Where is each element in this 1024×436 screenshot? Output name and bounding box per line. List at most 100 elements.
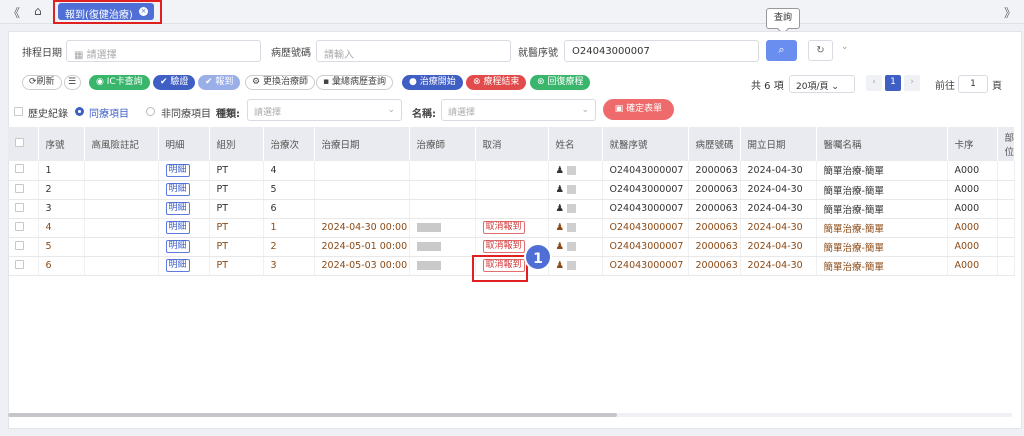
prev-page-button[interactable]: ‹: [866, 75, 882, 91]
chevron-down-icon[interactable]: ⌄: [841, 42, 849, 52]
table-row[interactable]: 3 明細 PT 6 ♟ O24043000007 2000063 2024-04-30 簡單治…: [8, 199, 1016, 219]
restore-therapy-button[interactable]: ⊛ 回復療程: [530, 75, 591, 90]
diff-item-radio[interactable]: [146, 107, 155, 116]
col-header[interactable]: 高風險註記: [84, 127, 159, 161]
visit-no-cell: O24043000007: [602, 180, 689, 200]
table-row[interactable]: 2 明細 PT 5 ♟ O24043000007 2000063 2024-04-30 簡單治…: [8, 180, 1016, 200]
nav-left-icon[interactable]: 《: [8, 4, 20, 21]
verify-button[interactable]: ✔ 驗證: [153, 75, 196, 90]
detail-link[interactable]: 明細: [165, 202, 190, 215]
body-part-cell: [997, 237, 1016, 257]
therapy-start-button[interactable]: ● 治療開始: [402, 75, 463, 90]
row-checkbox-cell[interactable]: [8, 180, 39, 200]
table-row[interactable]: 5 明細 PT 2 2024-05-01 00:00 取消報到 ♟ O24043000007…: [8, 237, 1016, 257]
col-header[interactable]: 卡序: [947, 127, 998, 161]
kind-select[interactable]: 請選擇 ⌄: [247, 99, 402, 121]
row-checkbox[interactable]: [15, 259, 24, 269]
name-cell: ♟: [548, 180, 603, 200]
nav-right-icon[interactable]: 》: [1004, 4, 1016, 21]
select-all-checkbox[interactable]: [15, 138, 24, 147]
diff-item-label: 非同療項目: [161, 109, 211, 120]
therapist-cell: [409, 180, 476, 200]
redacted-name: [567, 223, 577, 232]
high-risk-note: [84, 256, 159, 276]
select-all-cell[interactable]: [8, 127, 39, 161]
row-checkbox-cell[interactable]: [8, 199, 39, 219]
row-checkbox-cell[interactable]: [8, 256, 39, 276]
goto-label: 前往: [935, 81, 955, 92]
col-header[interactable]: 姓名: [548, 127, 603, 161]
col-header[interactable]: 治療次: [263, 127, 315, 161]
chart-no-input[interactable]: 請輸入: [316, 40, 511, 62]
col-header[interactable]: 明細: [158, 127, 210, 161]
col-header[interactable]: 開立日期: [740, 127, 817, 161]
row-checkbox-cell[interactable]: [8, 218, 39, 238]
checkin-button[interactable]: ✔ 報到: [198, 75, 241, 90]
col-header[interactable]: 取消: [475, 127, 549, 161]
stop-icon: ⊗: [473, 77, 484, 87]
list-icon[interactable]: ☰: [64, 75, 81, 90]
form-icon: ▣: [614, 104, 627, 114]
confirm-form-button[interactable]: ▣ 確定表單: [603, 99, 674, 120]
cancel-checkin-button[interactable]: 取消報到: [482, 240, 525, 253]
next-page-button[interactable]: ›: [904, 75, 920, 91]
row-checkbox[interactable]: [15, 164, 24, 174]
page-size-select[interactable]: 20項/頁 ⌄: [789, 75, 855, 93]
home-icon[interactable]: ⌂: [34, 4, 42, 18]
row-no: 3: [38, 199, 85, 219]
row-checkbox[interactable]: [15, 240, 24, 250]
name-select[interactable]: 請選擇 ⌄: [441, 99, 596, 121]
history-checkbox[interactable]: [14, 107, 23, 116]
chart-no-label: 病歷號碼: [271, 48, 311, 59]
same-item-radio[interactable]: [75, 107, 84, 116]
times-cell: 5: [263, 180, 315, 200]
issued-date: 2024-04-30: [740, 161, 817, 181]
schedule-date-input[interactable]: ▦ 請選擇: [66, 40, 261, 62]
refresh-button[interactable]: ↻: [808, 40, 833, 61]
history-label: 歷史紀錄: [28, 109, 68, 120]
visit-no-cell: O24043000007: [602, 199, 689, 219]
refresh-list-button[interactable]: ⟳刷新: [22, 75, 62, 90]
ic-card-query-button[interactable]: ◉ IC卡查詢: [89, 75, 150, 90]
row-checkbox[interactable]: [15, 221, 24, 231]
detail-link[interactable]: 明細: [165, 259, 190, 272]
detail-link[interactable]: 明細: [165, 221, 190, 234]
detail-link[interactable]: 明細: [165, 183, 190, 196]
goto-page-input[interactable]: 1: [958, 75, 988, 93]
detail-link[interactable]: 明細: [165, 240, 190, 253]
col-header[interactable]: 序號: [38, 127, 85, 161]
col-header[interactable]: 醫囑名稱: [816, 127, 948, 161]
visit-no-input[interactable]: O24043000007: [564, 40, 759, 62]
row-checkbox-cell[interactable]: [8, 161, 39, 181]
user-icon: ♟: [555, 203, 565, 214]
col-header[interactable]: 就醫序號: [602, 127, 689, 161]
col-header[interactable]: 部位: [997, 127, 1016, 161]
row-checkbox[interactable]: [15, 183, 24, 193]
table-row[interactable]: 1 明細 PT 4 ♟ O24043000007 2000063 2024-04-30 簡單治…: [8, 161, 1016, 181]
col-header[interactable]: 病歷號碼: [688, 127, 741, 161]
detail-link[interactable]: 明細: [165, 163, 190, 177]
emr-query-button[interactable]: ▪ 彙總病歷查詢: [316, 75, 393, 90]
page-1-button[interactable]: 1: [885, 75, 901, 91]
tab-checkin-rehab[interactable]: 報到(復健治療) ×: [58, 3, 154, 21]
tab-label: 報到(復健治療): [65, 10, 133, 21]
row-checkbox[interactable]: [15, 202, 24, 212]
row-checkbox-cell[interactable]: [8, 237, 39, 257]
tab-close-icon[interactable]: ×: [139, 7, 148, 16]
group-cell: PT: [209, 180, 264, 200]
therapy-end-button[interactable]: ⊗ 療程結束: [466, 75, 527, 90]
change-therapist-button[interactable]: ⚙ 更換治療師: [245, 75, 315, 90]
horizontal-scrollbar[interactable]: [8, 413, 617, 417]
cancel-checkin-button[interactable]: 取消報到: [482, 221, 525, 234]
name-cell: ♟: [548, 161, 603, 181]
visit-no-cell: O24043000007: [602, 256, 689, 276]
col-header[interactable]: 組別: [209, 127, 264, 161]
col-header[interactable]: 治療師: [409, 127, 476, 161]
col-header[interactable]: 治療日期: [314, 127, 410, 161]
table-row[interactable]: 4 明細 PT 1 2024-04-30 00:00 取消報到 ♟ O24043000007…: [8, 218, 1016, 238]
therapist-cell: [409, 256, 476, 276]
row-no: 5: [38, 237, 85, 257]
search-button[interactable]: ⌕: [766, 40, 797, 61]
row-no: 4: [38, 218, 85, 238]
detail-cell: 明細: [158, 199, 210, 219]
